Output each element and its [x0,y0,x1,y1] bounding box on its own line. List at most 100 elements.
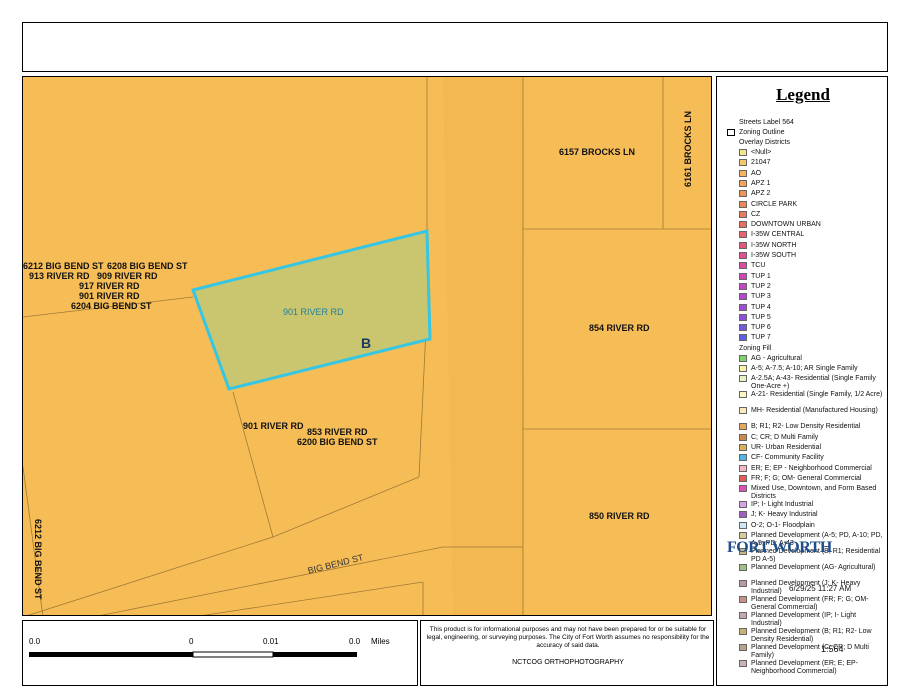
zoning-swatch [739,532,747,539]
zoning-swatch [739,628,747,635]
label-6204-big-bend-st: 6204 BIG BEND ST [71,301,152,311]
overlay-item: TUP 2 [751,282,771,290]
overlay-item: DOWNTOWN URBAN [751,221,821,229]
zoning-item: IP; I- Light Industrial [751,501,814,509]
overlay-swatch [739,303,747,311]
label-901-river-rd-south: 901 RIVER RD [243,421,304,431]
overlay-swatch [739,313,747,321]
label-6212-big-bend-st-top: 6212 BIG BEND ST [23,261,104,271]
overlay-swatch [739,159,747,167]
disclaimer-panel: This product is for informational purpos… [420,620,714,686]
overlay-swatch [739,272,747,280]
legend-zoning-fill: Zoning Fill [739,344,772,352]
zoning-item: Planned Development (IP; I- Light Indust… [751,612,857,627]
disclaimer-text: This product is for informational purpos… [426,626,710,649]
zoning-item: A-5; A-7.5; A-10; AR Single Family [751,365,858,372]
legend-panel: Legend Streets Label 564 Zoning Outline Ov… [716,76,888,686]
overlay-swatch [739,241,747,249]
zoning-swatch [739,365,747,372]
zoning-item: CF- Community Facility [751,454,824,462]
overlay-swatch [739,190,747,198]
zoning-item: O-2; O-1- Floodplain [751,521,815,529]
zoning-swatch [739,433,747,441]
label-6200-big-bend-st: 6200 BIG BEND ST [297,437,378,447]
legend-streets-label: Streets Label 564 [739,119,794,126]
zoning-item: Planned Development (C; CR; D Multi Fami… [751,644,869,659]
overlay-swatch [739,210,747,218]
label-909-river-rd: 909 RIVER RD [97,271,158,281]
label-901-river-rd-parcel: 901 RIVER RD [283,307,344,317]
zoning-swatch [739,474,747,482]
overlay-swatch [739,324,747,332]
fort-worth-logo: FORT WORTH [727,539,832,556]
overlay-swatch [739,282,747,290]
overlay-swatch [739,169,747,177]
label-854-river-rd: 854 RIVER RD [589,323,650,333]
overlay-item: TUP 7 [751,334,771,342]
zoning-item: UR- Urban Residential [751,443,822,451]
zoning-item: B; R1; R2- Low Density Residential [751,423,861,431]
label-6212-big-bend-st-vertical: 6212 BIG BEND ST [33,519,43,600]
overlay-item: APZ 2 [751,190,771,198]
zoning-item: C; CR; D Multi Family [751,433,819,441]
zoning-item: Mixed Use, Downtown, and Form Based Dist… [751,485,877,501]
overlay-item: TUP 5 [751,313,771,321]
map-canvas[interactable]: 6157 BROCKS LN 6161 BROCKS LN 6212 BIG B… [22,76,712,616]
overlay-swatch [739,179,747,187]
overlay-swatch [739,149,747,156]
zoning-item: A-21- Residential (Single Family, 1/2 Ac… [751,391,883,399]
overlay-swatch [739,200,747,208]
scale-tick-1: 0 [189,637,194,646]
zoning-item: MH- Residential (Manufactured Housing) [751,407,878,415]
zoning-item: A-2.5A; A-43- Residential (Single Family… [751,375,876,391]
parcel-marker-b[interactable]: B [361,336,371,350]
zoning-swatch [739,596,747,603]
scale-bar-panel: 0.0 0 0.01 0.0 Miles [22,620,418,686]
zoning-swatch [739,454,747,462]
overlay-item: TCU [751,262,766,270]
zoning-swatch [739,644,747,651]
overlay-item: I-35W SOUTH [751,252,797,259]
overlay-swatch [739,334,747,342]
overlay-swatch [739,231,747,239]
zoning-item: AG - Agricultural [751,354,802,362]
zoning-swatch [739,391,747,399]
zoning-swatch [739,612,747,619]
timestamp: 6/29/25 11:27 AM [789,584,852,593]
overlay-swatch [739,252,747,259]
overlay-swatch [739,293,747,301]
overlay-item: TUP 1 [751,272,771,280]
zoning-outline-swatch [727,129,735,136]
overlay-item: TUP 4 [751,303,771,311]
overlay-item: APZ 1 [751,179,771,187]
zoning-swatch [739,564,747,571]
zoning-swatch [739,464,747,472]
label-901-river-rd-west: 901 RIVER RD [79,291,140,301]
zoning-swatch [739,501,747,509]
zoning-swatch [739,443,747,451]
imagery-credit: NCTCOG ORTHOPHOTOGRAPHY [512,659,624,666]
zoning-swatch [739,485,747,493]
overlay-item: I-35W CENTRAL [751,231,805,239]
overlay-item: <Null> [751,149,772,156]
title-box [22,22,888,72]
legend-overlay-districts: Overlay Districts [739,139,790,146]
zoning-swatch [739,407,747,415]
scale-units: Miles [371,637,390,646]
label-917-river-rd: 917 RIVER RD [79,281,140,291]
label-6157-brocks-ln: 6157 BROCKS LN [559,147,636,157]
overlay-item: I-35W NORTH [751,241,797,249]
label-850-river-rd: 850 RIVER RD [589,511,650,521]
zoning-item: Planned Development (ER; E; EP- Neighbor… [751,660,858,675]
zoning-item: Planned Development (B; R1; R2- Low Dens… [751,628,872,643]
scale-tick-2: 0.01 [263,637,279,646]
zoning-swatch [739,660,747,667]
zoning-item: ER; E; EP - Neighborhood Commercial [751,464,872,472]
zoning-swatch [739,521,747,529]
overlay-swatch [739,262,747,270]
zoning-swatch [739,511,747,519]
scale-tick-3: 0.0 [349,637,361,646]
zoning-swatch [739,354,747,362]
overlay-swatch [739,221,747,229]
overlay-item: CIRCLE PARK [751,200,798,208]
